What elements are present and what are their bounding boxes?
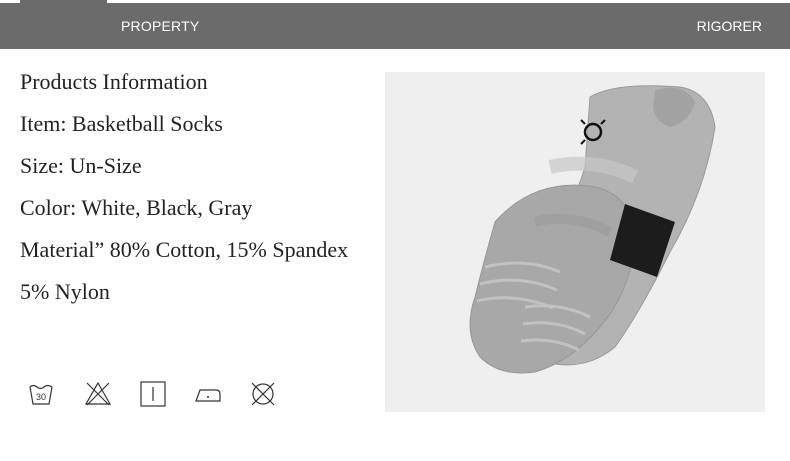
info-heading: Products Information — [20, 69, 208, 94]
brand-name: RIGORER — [696, 18, 762, 34]
info-material-cont: 5% Nylon — [20, 279, 110, 304]
info-item: Item: Basketball Socks — [20, 111, 223, 136]
product-info: Products Information Item: Basketball So… — [20, 66, 380, 318]
wash-30-icon: 30 — [29, 384, 53, 405]
no-bleach-icon — [84, 381, 112, 406]
wash-temp-label: 30 — [36, 392, 46, 402]
iron-icon — [195, 389, 221, 402]
info-color: Color: White, Black, Gray — [20, 195, 253, 220]
socks-illustration — [469, 85, 716, 374]
no-dry-clean-icon — [251, 382, 275, 406]
tab-property[interactable]: PROPERTY — [121, 18, 199, 34]
info-size: Size: Un-Size — [20, 153, 142, 178]
tumble-dry-icon — [140, 381, 166, 407]
product-image — [385, 72, 765, 412]
header-bar: PROPERTY RIGORER — [0, 3, 790, 49]
info-material: Material” 80% Cotton, 15% Spandex — [20, 237, 349, 262]
